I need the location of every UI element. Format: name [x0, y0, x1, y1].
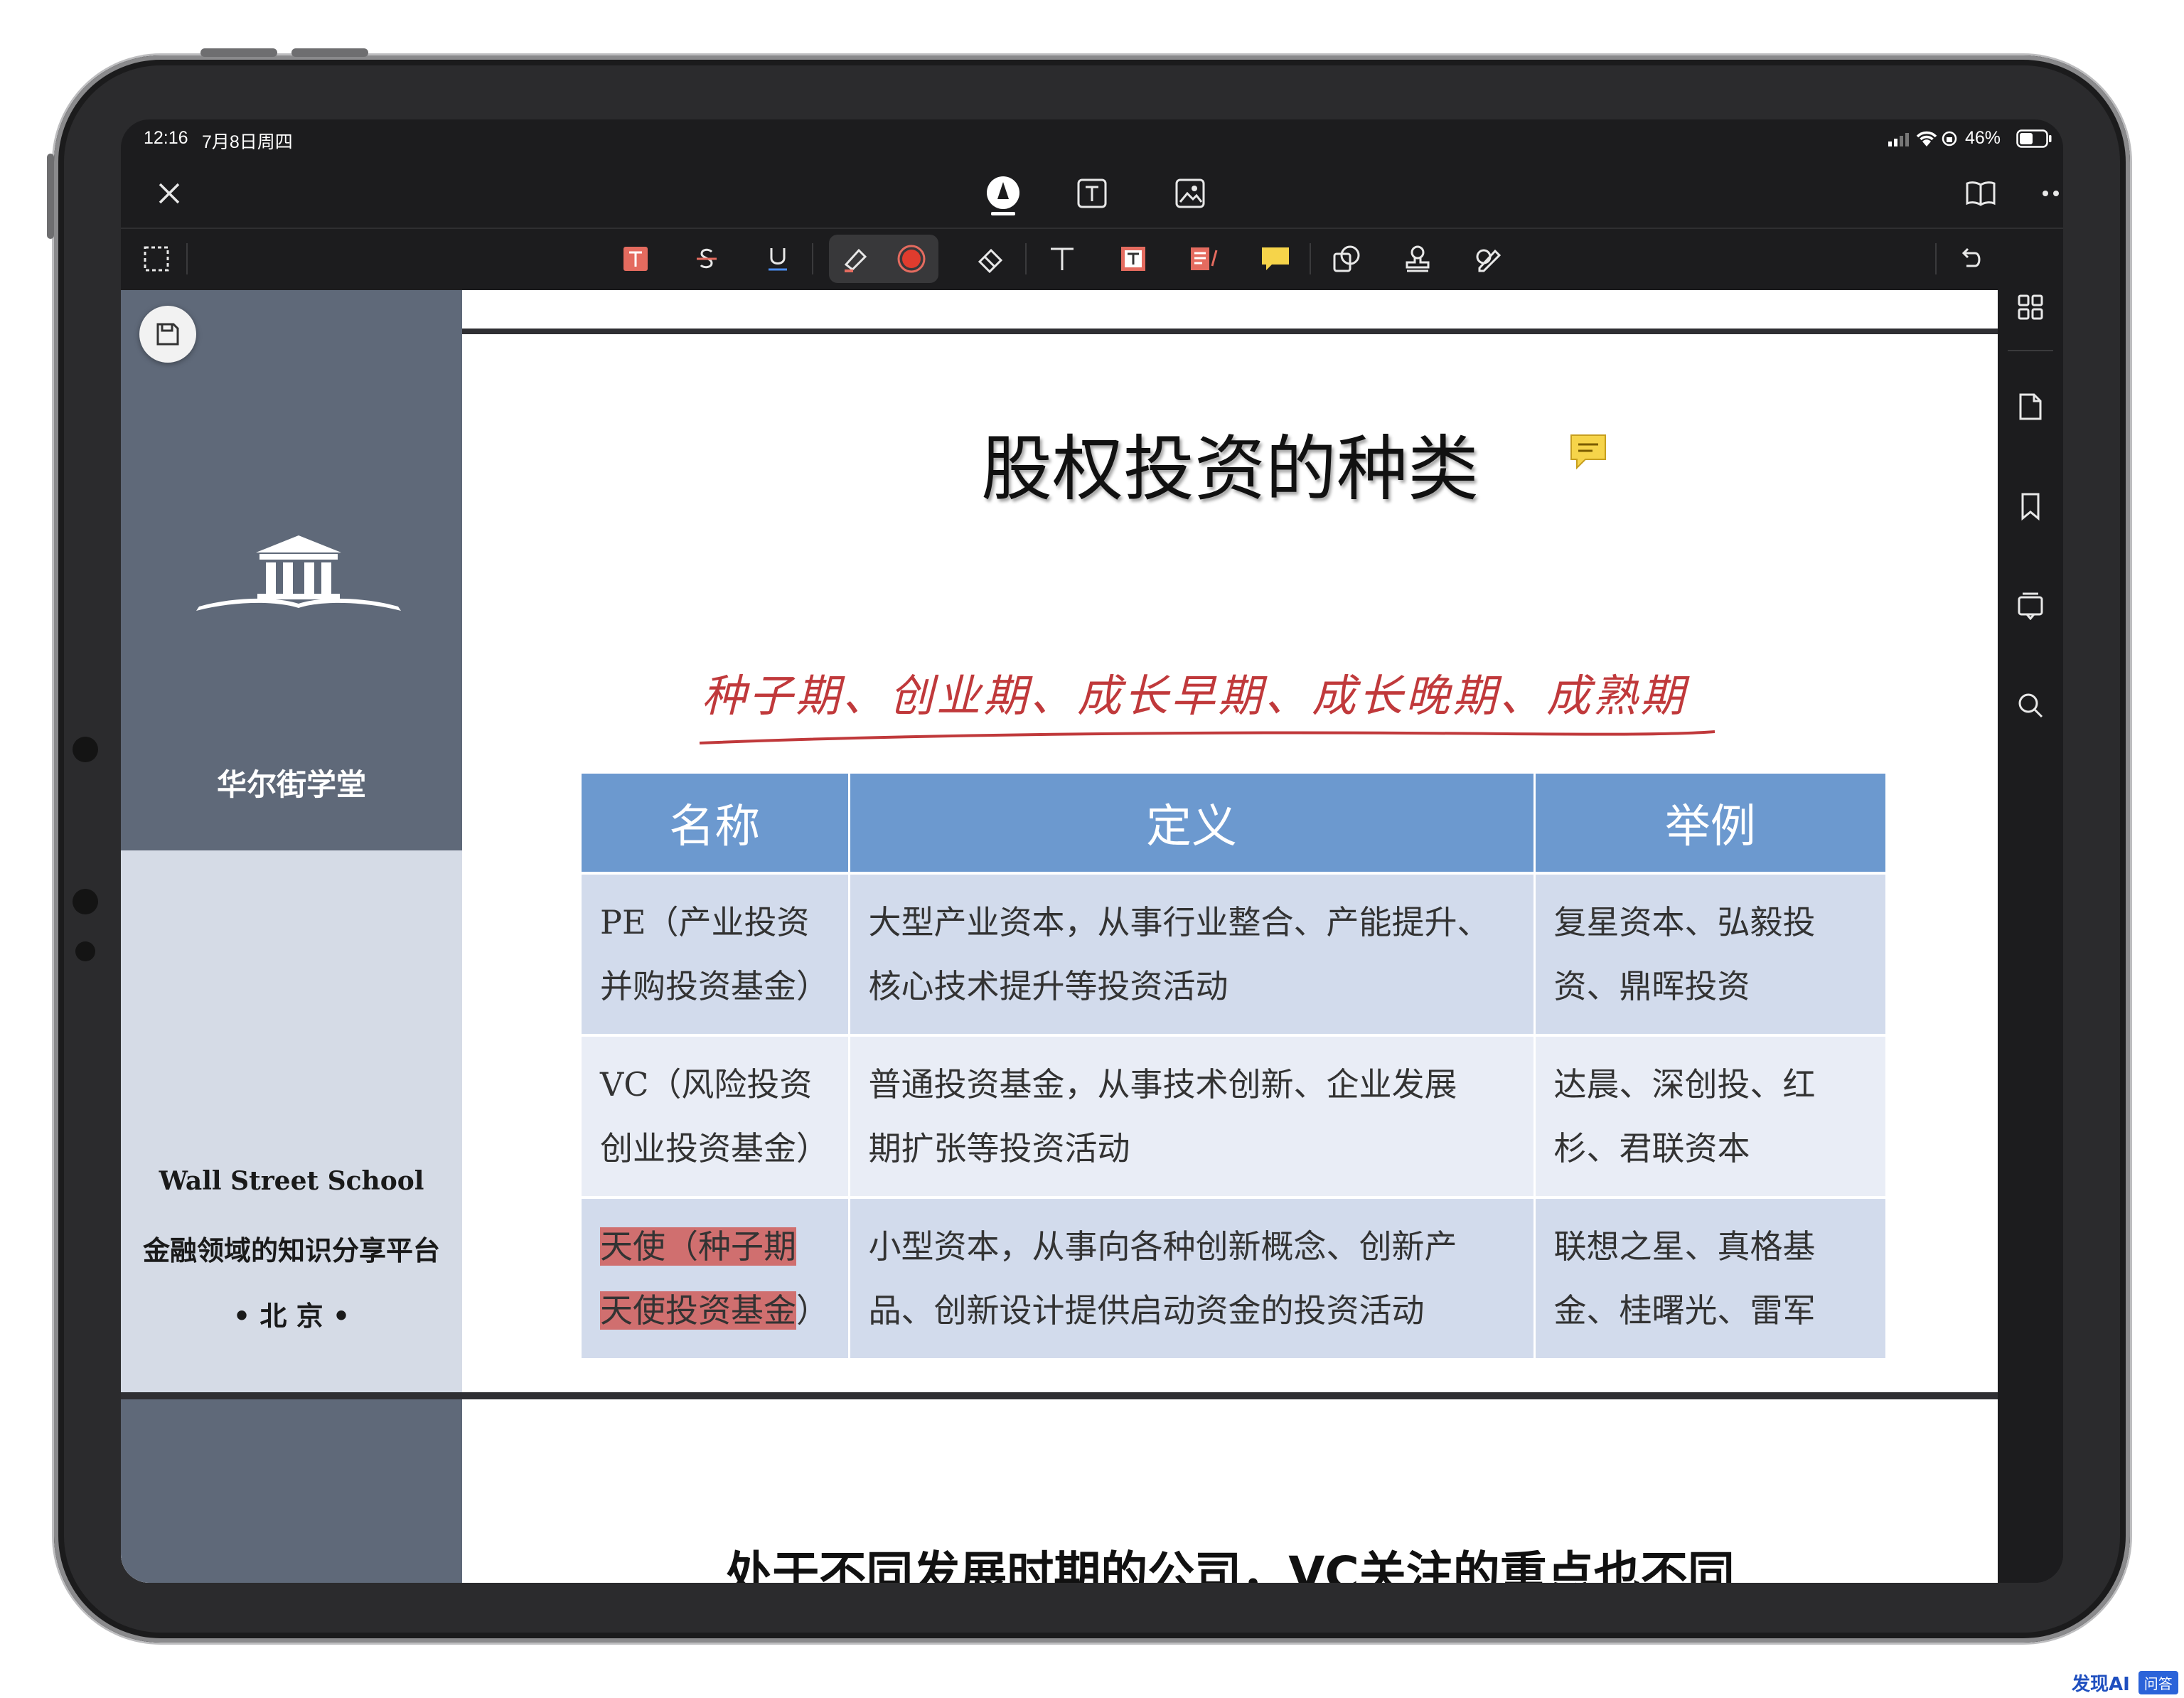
marker-pen-icon[interactable]	[839, 242, 873, 276]
table-row: 天使（种子期 天使投资基金） 小型资本，从事向各种创新概念、创新产 品、创新设计提供…	[582, 1196, 1885, 1358]
cell-definition: 小型资本，从事向各种创新概念、创新产 品、创新设计提供启动资金的投资活动	[849, 1196, 1536, 1358]
volume-button	[291, 48, 368, 57]
camera-dot	[73, 737, 98, 762]
brand-name: 华尔街学堂	[216, 767, 366, 802]
brand-english: Wall Street School	[159, 1166, 424, 1196]
page-divider	[462, 329, 1998, 334]
brand-tagline: 金融领域的知识分享平台	[142, 1235, 440, 1266]
slide-title-wrap: 股权投资的种类	[462, 411, 1998, 514]
callout-icon[interactable]	[1187, 242, 1221, 276]
highlight-text-icon[interactable]	[619, 242, 653, 276]
cell-definition: 大型产业资本，从事行业整合、产能提升、 核心技术提升等投资活动	[849, 872, 1536, 1035]
cell-name: PE（产业投资 并购投资基金）	[582, 872, 850, 1035]
power-button	[47, 154, 54, 239]
watermark-tag: 问答	[2138, 1671, 2178, 1694]
cell-example: 联想之星、真格基 金、桂曙光、雷军	[1534, 1196, 1885, 1358]
lasso-select-icon[interactable]	[139, 242, 173, 276]
book-icon[interactable]	[1962, 176, 1999, 210]
page-divider	[121, 1392, 1998, 1399]
watermark: 发现AI 问答	[2072, 1670, 2178, 1696]
underline-icon[interactable]	[761, 242, 795, 276]
screen: 12:16 7月8日周四 46% 华尔街学堂 Wall Street Schoo…	[121, 119, 2063, 1583]
thumbnails-icon[interactable]	[2013, 290, 2048, 324]
status-time: 12:16	[144, 128, 188, 148]
note-icon[interactable]	[1258, 242, 1292, 276]
signal-icon	[1888, 132, 1912, 149]
strikethrough-icon[interactable]	[690, 242, 724, 276]
camera-dot	[73, 889, 98, 914]
highlighted-text[interactable]: 天使（种子期	[600, 1227, 796, 1266]
cell-example: 复星资本、弘毅投 资、鼎晖投资	[1534, 872, 1885, 1035]
eraser-icon[interactable]	[974, 242, 1008, 276]
slide2-sidebar	[121, 1399, 462, 1583]
cell-example: 达晨、深创投、红 杉、君联资本	[1534, 1034, 1885, 1197]
image-mode-icon[interactable]	[1172, 175, 1209, 212]
status-date: 7月8日周四	[202, 132, 293, 152]
text-tool-icon[interactable]	[1045, 242, 1079, 276]
header-definition: 定义	[849, 774, 1536, 873]
handwritten-note: 种子期、创业期、成长早期、成长晚期、成熟期	[701, 670, 1687, 722]
close-icon[interactable]	[151, 175, 188, 212]
brand-city: • 北 京 •	[232, 1301, 350, 1332]
text-mode-icon[interactable]	[1074, 175, 1110, 212]
handwritten-underline	[697, 727, 1720, 752]
right-sidebar	[1998, 290, 2063, 1583]
cell-name: VC（风险投资 创业投资基金）	[582, 1034, 850, 1197]
save-icon	[156, 323, 179, 346]
stamp-icon[interactable]	[1401, 242, 1435, 276]
table-row: PE（产业投资 并购投资基金） 大型产业资本，从事行业整合、产能提升、 核心技术提升…	[582, 872, 1885, 1035]
wifi-icon	[1915, 129, 1938, 151]
document-view[interactable]: 华尔街学堂 Wall Street School 金融领域的知识分享平台 • 北…	[121, 290, 1998, 1583]
orientation-lock-icon	[1941, 130, 1958, 150]
investment-types-table: 名称 定义 举例 PE（产业投资 并购投资基金） 大型产业资本，从事行业整合、产能…	[582, 774, 1885, 1358]
pen-mode-icon[interactable]	[981, 173, 1025, 218]
highlighted-text[interactable]: 天使投资基金	[600, 1291, 796, 1330]
camera-dot	[75, 941, 95, 961]
slide-title: 股权投资的种类	[981, 427, 1479, 511]
volume-button	[200, 48, 277, 57]
annotation-toolbar	[121, 228, 2063, 290]
more-icon[interactable]	[2038, 176, 2063, 210]
cell-name: 天使（种子期 天使投资基金）	[582, 1196, 850, 1358]
battery-percent: 46%	[1965, 128, 2001, 148]
watermark-brand: 发现AI	[2072, 1674, 2130, 1695]
textbox-icon[interactable]	[1116, 242, 1150, 276]
shape-icon[interactable]	[1329, 242, 1364, 276]
annotations-list-icon[interactable]	[2013, 589, 2048, 623]
color-picker-icon[interactable]	[894, 242, 928, 276]
save-button[interactable]	[139, 306, 196, 363]
header-example: 举例	[1534, 774, 1885, 873]
header-name: 名称	[582, 774, 850, 873]
cell-definition: 普通投资基金，从事技术创新、企业发展 期扩张等投资活动	[849, 1034, 1536, 1197]
battery-icon	[2016, 129, 2052, 151]
slide2-title: 处于不同发展时期的公司，VC关注的重点也不同	[725, 1547, 1735, 1583]
comment-note-icon[interactable]	[1568, 432, 1608, 475]
bank-building-logo	[192, 535, 405, 616]
page-icon[interactable]	[2013, 390, 2048, 424]
undo-icon[interactable]	[1954, 242, 1988, 276]
signature-icon[interactable]	[1472, 242, 1506, 276]
bookmark-icon[interactable]	[2013, 489, 2048, 523]
table-row: VC（风险投资 创业投资基金） 普通投资基金，从事技术创新、企业发展 期扩张等投资活…	[582, 1034, 1885, 1197]
search-icon[interactable]	[2013, 688, 2048, 722]
